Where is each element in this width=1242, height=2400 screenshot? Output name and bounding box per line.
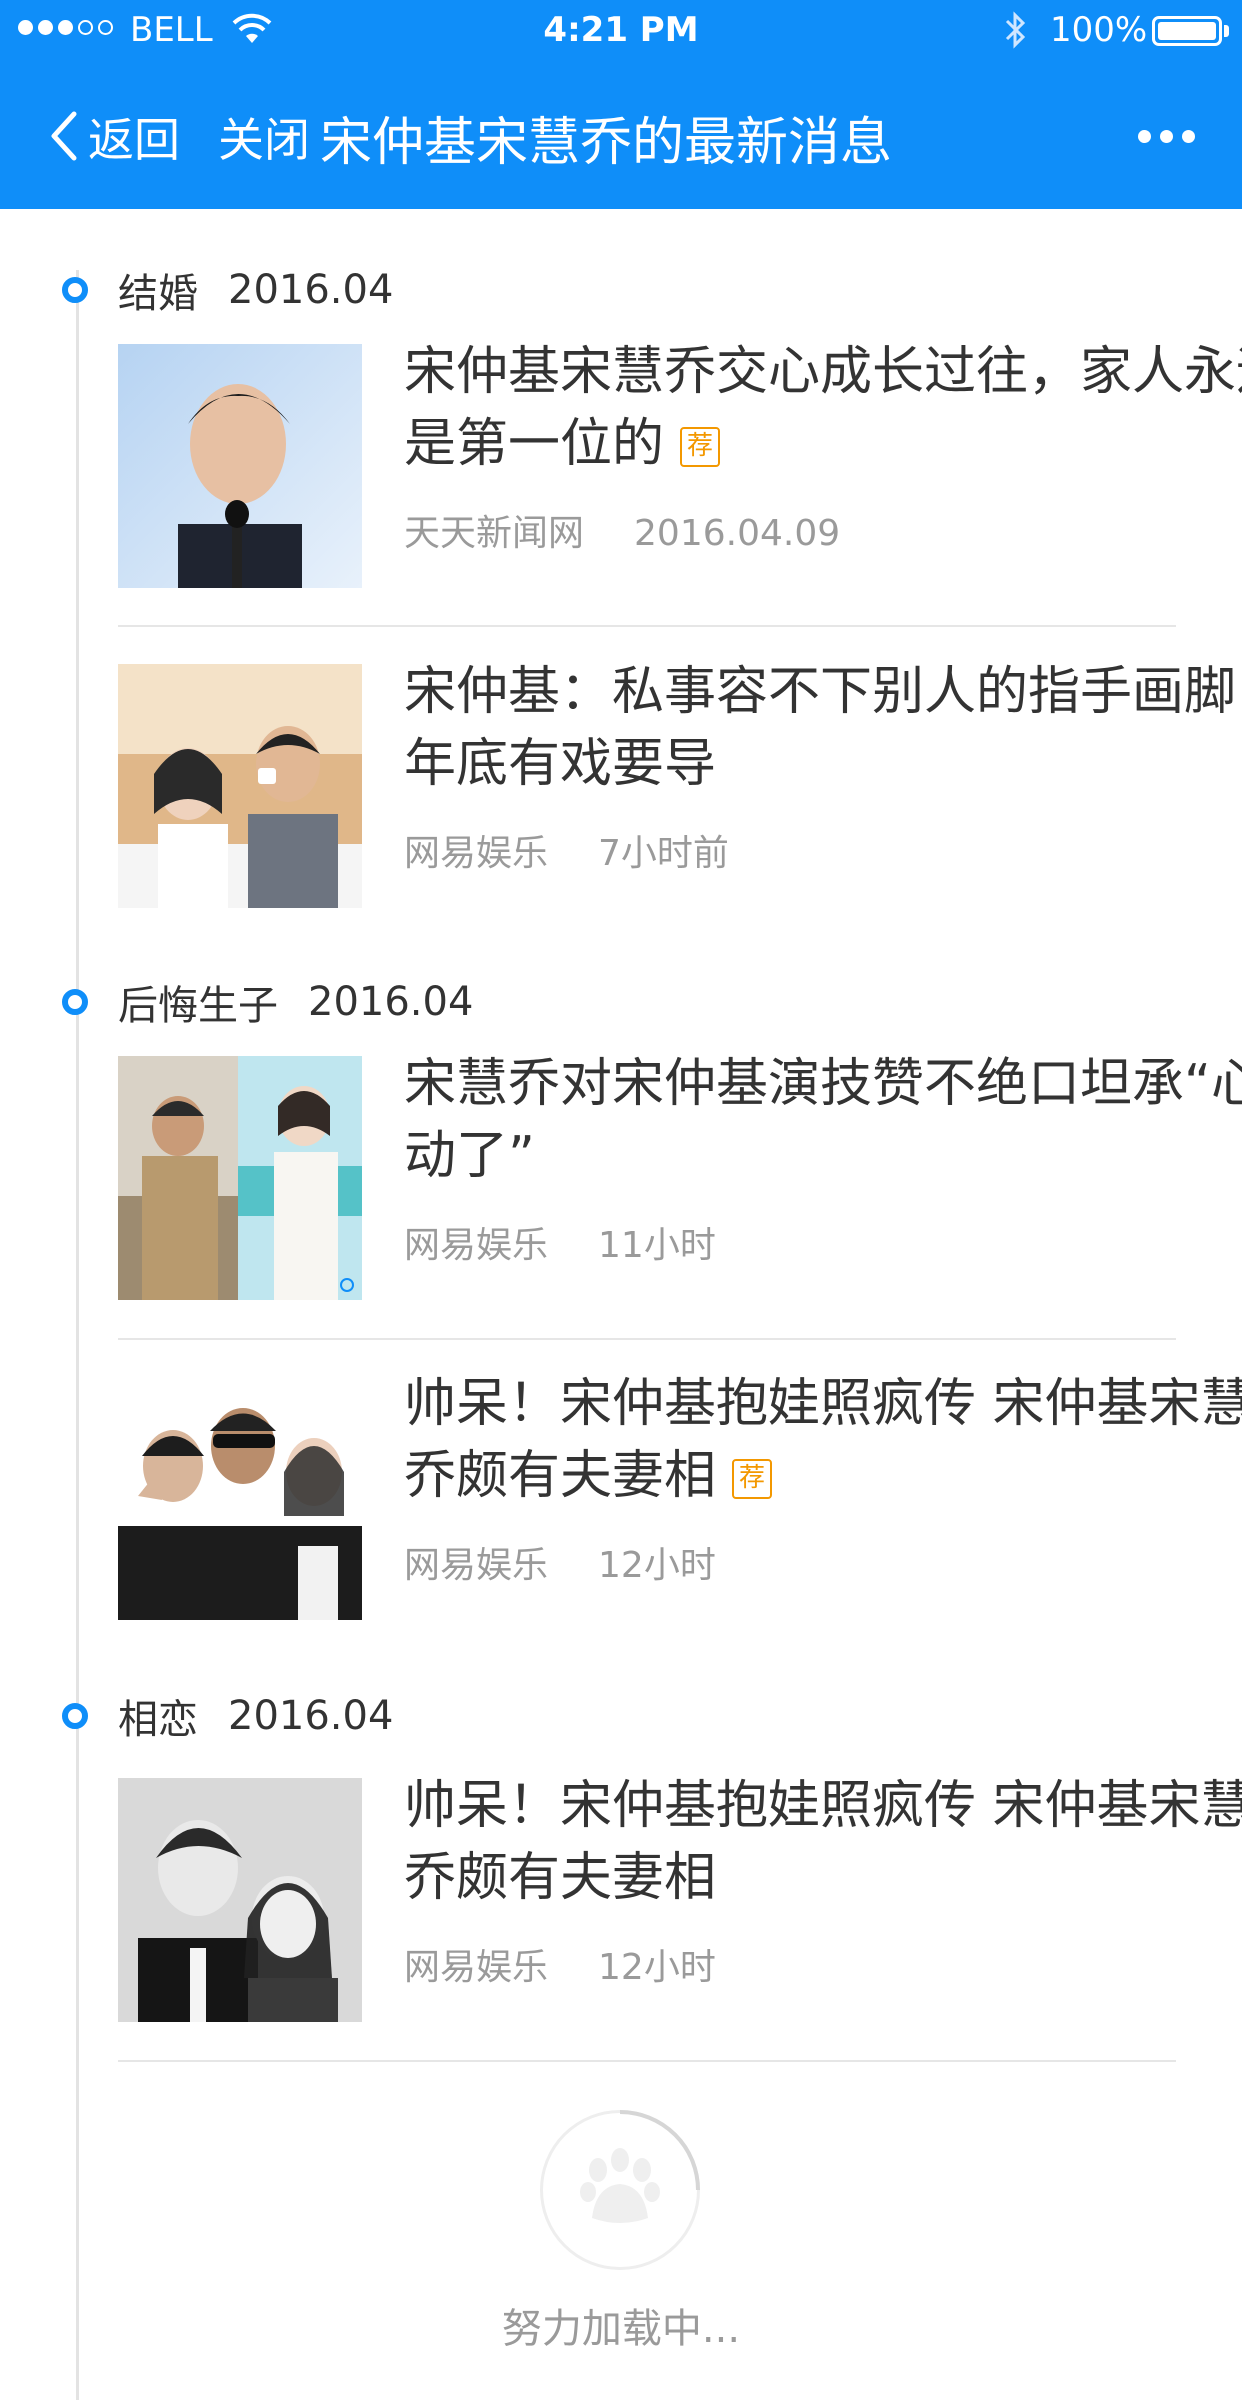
- loading-text: 努力加载中...: [501, 2306, 741, 2352]
- timeline-node-icon: [62, 277, 88, 303]
- news-time: 2016.04.09: [634, 513, 841, 554]
- timeline-node-icon: [62, 989, 88, 1015]
- status-bar: BELL 4:21 PM 100%: [0, 0, 1242, 60]
- news-meta: 天天新闻网 2016.04.09: [404, 504, 840, 556]
- news-title[interactable]: 宋仲基：私事容不下别人的指手画脚 年底有戏要导: [404, 656, 1242, 800]
- news-item[interactable]: 帅呆！宋仲基抱娃照疯传 宋仲基宋慧乔颇有夫妻相荐 网易娱乐 12小时: [118, 1374, 1242, 1622]
- timeline-section-head: 后悔生子 2016.04: [62, 972, 473, 1032]
- news-item[interactable]: 宋仲基：私事容不下别人的指手画脚 年底有戏要导 网易娱乐 7小时前: [118, 662, 1236, 910]
- timeline-line: [76, 270, 79, 2400]
- divider: [118, 2060, 1176, 2062]
- news-meta: 网易娱乐 12小时: [404, 1536, 716, 1588]
- section-label: 后悔生子: [118, 983, 278, 1029]
- news-thumbnail: [118, 1376, 362, 1620]
- section-date: 2016.04: [228, 1693, 394, 1739]
- divider: [118, 625, 1176, 627]
- news-thumbnail: [118, 1056, 362, 1300]
- chevron-left-icon[interactable]: [48, 110, 78, 162]
- nav-bar: 返回 关闭 宋仲基宋慧乔的最新消息: [0, 90, 1242, 180]
- section-label: 相恋: [118, 1697, 198, 1743]
- news-item[interactable]: 帅呆！宋仲基抱娃照疯传 宋仲基宋慧乔颇有夫妻相 网易娱乐 12小时: [118, 1776, 1242, 2024]
- news-title[interactable]: 帅呆！宋仲基抱娃照疯传 宋仲基宋慧乔颇有夫妻相: [404, 1770, 1242, 1914]
- page-title: 宋仲基宋慧乔的最新消息: [320, 113, 893, 173]
- news-source: 网易娱乐: [404, 1947, 549, 1988]
- back-button[interactable]: 返回: [88, 104, 180, 170]
- news-source: 网易娱乐: [404, 1225, 549, 1266]
- news-title[interactable]: 帅呆！宋仲基抱娃照疯传 宋仲基宋慧乔颇有夫妻相荐: [404, 1368, 1242, 1512]
- news-meta: 网易娱乐 7小时前: [404, 824, 729, 876]
- section-date: 2016.04: [228, 267, 394, 313]
- timeline-section-head: 相恋 2016.04: [62, 1686, 393, 1746]
- news-time: 12小时: [598, 1947, 716, 1988]
- news-thumbnail: [118, 1778, 362, 2022]
- news-thumbnail: [118, 344, 362, 588]
- news-time: 7小时前: [598, 833, 729, 874]
- battery-percent: 100%: [1050, 10, 1148, 50]
- divider: [118, 1338, 1176, 1340]
- news-title[interactable]: 宋慧乔对宋仲基演技赞不绝口坦承“心动了”: [404, 1048, 1242, 1192]
- news-source: 网易娱乐: [404, 1545, 549, 1586]
- news-source: 天天新闻网: [404, 513, 585, 554]
- timeline-node-icon: [62, 1703, 88, 1729]
- news-meta: 网易娱乐 11小时: [404, 1216, 716, 1268]
- section-label: 结婚: [118, 271, 198, 317]
- news-time: 12小时: [598, 1545, 716, 1586]
- battery-icon: [1152, 16, 1222, 46]
- more-icon[interactable]: [1138, 130, 1195, 143]
- news-item[interactable]: 宋慧乔对宋仲基演技赞不绝口坦承“心动了” 网易娱乐 11小时: [118, 1054, 1242, 1302]
- timeline-section-head: 结婚 2016.04: [62, 260, 393, 320]
- close-button[interactable]: 关闭: [218, 104, 310, 170]
- recommend-badge: 荐: [732, 1459, 773, 1499]
- news-title[interactable]: 宋仲基宋慧乔交心成长过往，家人永远是第一位的荐: [404, 336, 1242, 480]
- news-item[interactable]: 宋仲基宋慧乔交心成长过往，家人永远是第一位的荐 天天新闻网 2016.04.09: [118, 342, 1242, 590]
- bluetooth-icon: [1005, 11, 1026, 49]
- news-meta: 网易娱乐 12小时: [404, 1938, 716, 1990]
- news-source: 网易娱乐: [404, 833, 549, 874]
- app-header: BELL 4:21 PM 100% 返回 关闭 宋仲基宋慧乔的最新消息: [0, 0, 1242, 209]
- paw-logo-icon: [580, 2110, 700, 2223]
- news-time: 11小时: [598, 1225, 716, 1266]
- recommend-badge: 荐: [680, 427, 721, 467]
- section-date: 2016.04: [308, 979, 474, 1025]
- news-thumbnail: [118, 664, 362, 908]
